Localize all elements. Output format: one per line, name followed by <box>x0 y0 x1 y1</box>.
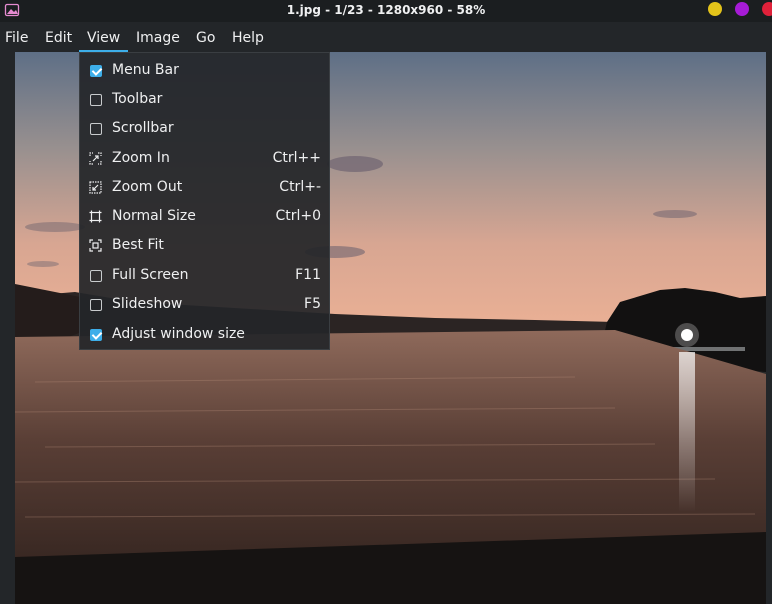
menu-item-best-fit[interactable]: Best Fit <box>80 232 329 261</box>
menu-item-label: Scrollbar <box>112 120 174 136</box>
menu-item-label: Best Fit <box>112 237 164 253</box>
menu-bar: File Edit View Image Go Help <box>0 24 772 52</box>
menu-item-label: Zoom Out <box>112 179 183 195</box>
menu-item-label: Full Screen <box>112 267 189 283</box>
menu-item-zoom-in[interactable]: Zoom In Ctrl++ <box>80 145 329 174</box>
menu-item-menu-bar[interactable]: Menu Bar <box>80 57 329 86</box>
menu-item-label: Normal Size <box>112 208 196 224</box>
view-menu-dropdown: Menu Bar Toolbar Scrollbar Zoom In Ctrl+… <box>79 52 330 350</box>
menu-item-normal-size[interactable]: Normal Size Ctrl+0 <box>80 203 329 232</box>
checkbox-unchecked-icon <box>90 299 102 311</box>
menu-item-shortcut: Ctrl++ <box>272 150 321 166</box>
window-title: 1.jpg - 1/23 - 1280x960 - 58% <box>286 3 486 17</box>
checkbox-checked-icon <box>90 65 102 77</box>
menu-help[interactable]: Help <box>227 24 269 52</box>
checkbox-unchecked-icon <box>90 123 102 135</box>
zoom-out-icon <box>89 181 102 194</box>
menu-item-shortcut: F11 <box>295 267 321 283</box>
menu-item-label: Slideshow <box>112 296 183 312</box>
minimize-button[interactable] <box>708 2 722 16</box>
menu-item-slideshow[interactable]: Slideshow F5 <box>80 291 329 320</box>
menu-go[interactable]: Go <box>191 24 220 52</box>
zoom-in-icon <box>89 152 102 165</box>
normal-size-icon <box>89 210 102 223</box>
menu-item-label: Adjust window size <box>112 326 245 342</box>
best-fit-icon <box>89 239 102 252</box>
menu-item-adjust-window-size[interactable]: Adjust window size <box>80 321 329 350</box>
maximize-button[interactable] <box>735 2 749 16</box>
title-bar[interactable]: 1.jpg - 1/23 - 1280x960 - 58% <box>0 0 772 22</box>
close-button[interactable] <box>762 2 772 16</box>
menu-view[interactable]: View <box>79 24 128 52</box>
menu-item-shortcut: F5 <box>304 296 321 312</box>
menu-edit[interactable]: Edit <box>40 24 77 52</box>
menu-item-label: Zoom In <box>112 150 170 166</box>
menu-image[interactable]: Image <box>131 24 185 52</box>
checkbox-unchecked-icon <box>90 94 102 106</box>
menu-item-label: Menu Bar <box>112 62 179 78</box>
checkbox-unchecked-icon <box>90 270 102 282</box>
checkbox-checked-icon <box>90 329 102 341</box>
menu-item-shortcut: Ctrl+- <box>279 179 321 195</box>
menu-item-scrollbar[interactable]: Scrollbar <box>80 115 329 144</box>
menu-item-shortcut: Ctrl+0 <box>275 208 321 224</box>
menu-item-toolbar[interactable]: Toolbar <box>80 86 329 115</box>
menu-file[interactable]: File <box>0 24 33 52</box>
menu-item-full-screen[interactable]: Full Screen F11 <box>80 262 329 291</box>
menu-item-zoom-out[interactable]: Zoom Out Ctrl+- <box>80 174 329 203</box>
menu-item-label: Toolbar <box>112 91 163 107</box>
